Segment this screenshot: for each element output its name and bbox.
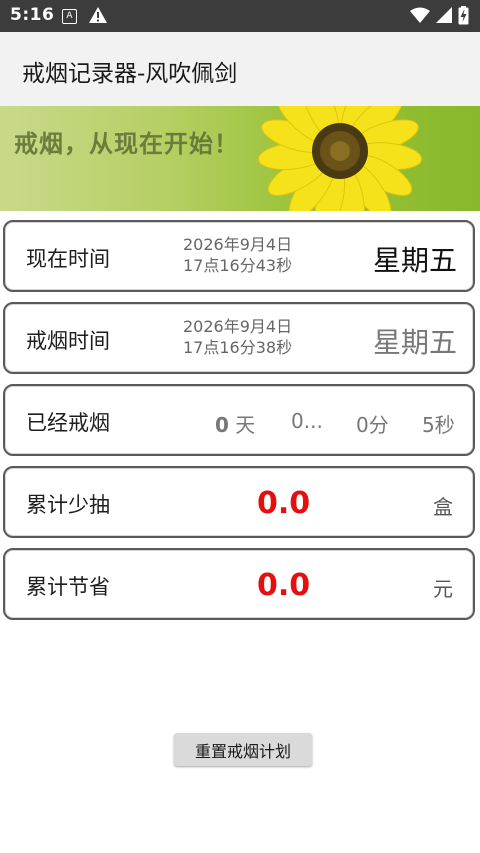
money-saved-unit: 元 bbox=[433, 577, 453, 601]
app-bar: 戒烟记录器-风吹佩剑 bbox=[0, 32, 480, 106]
packs-saved-card: 累计少抽 0.0 盒 bbox=[3, 466, 475, 538]
quit-time-label: 戒烟时间 bbox=[26, 329, 110, 353]
wifi-icon bbox=[410, 7, 430, 23]
elapsed-days-value: 0 bbox=[215, 413, 229, 437]
quit-datetime: 2026年9月4日 17点16分38秒 bbox=[183, 316, 292, 358]
current-clock: 17点16分43秒 bbox=[183, 256, 293, 275]
warning-icon bbox=[89, 7, 107, 23]
current-datetime: 2026年9月4日 17点16分43秒 bbox=[183, 234, 292, 276]
elapsed-minutes: 0分 bbox=[356, 413, 389, 437]
current-weekday: 星期五 bbox=[372, 244, 457, 277]
banner-image: 戒烟，从现在开始！ bbox=[0, 106, 480, 211]
quit-clock: 17点16分38秒 bbox=[183, 338, 293, 357]
elapsed-card: 已经戒烟 0 天 0... 0分 5秒 bbox=[3, 384, 475, 456]
quit-date: 2026年9月4日 bbox=[183, 317, 293, 336]
status-time: 5:16 bbox=[10, 5, 55, 25]
money-saved-card: 累计节省 0.0 元 bbox=[3, 548, 475, 620]
elapsed-seconds: 5秒 bbox=[422, 413, 455, 437]
status-bar: 5:16 A bbox=[0, 0, 480, 32]
signal-icon bbox=[436, 7, 452, 23]
current-time-card: 现在时间 2026年9月4日 17点16分43秒 星期五 bbox=[3, 220, 475, 292]
battery-icon bbox=[458, 6, 469, 25]
current-date: 2026年9月4日 bbox=[183, 235, 293, 254]
money-saved-label: 累计节省 bbox=[26, 575, 110, 599]
elapsed-hours: 0... bbox=[291, 409, 323, 433]
quit-time-card: 戒烟时间 2026年9月4日 17点16分38秒 星期五 bbox=[3, 302, 475, 374]
elapsed-days-unit: 天 bbox=[235, 413, 256, 437]
money-saved-value: 0.0 bbox=[257, 568, 311, 603]
packs-saved-unit: 盒 bbox=[433, 495, 453, 519]
packs-saved-value: 0.0 bbox=[257, 486, 311, 521]
packs-saved-label: 累计少抽 bbox=[26, 493, 110, 517]
quit-weekday: 星期五 bbox=[372, 326, 457, 359]
a-box-icon: A bbox=[62, 9, 77, 24]
current-time-label: 现在时间 bbox=[26, 247, 110, 271]
elapsed-label: 已经戒烟 bbox=[26, 411, 110, 435]
banner-slogan: 戒烟，从现在开始！ bbox=[14, 130, 239, 158]
sunflower-icon bbox=[257, 106, 423, 211]
elapsed-days: 0 天 bbox=[215, 409, 255, 438]
reset-plan-button[interactable]: 重置戒烟计划 bbox=[174, 733, 312, 766]
app-title: 戒烟记录器-风吹佩剑 bbox=[22, 61, 238, 87]
